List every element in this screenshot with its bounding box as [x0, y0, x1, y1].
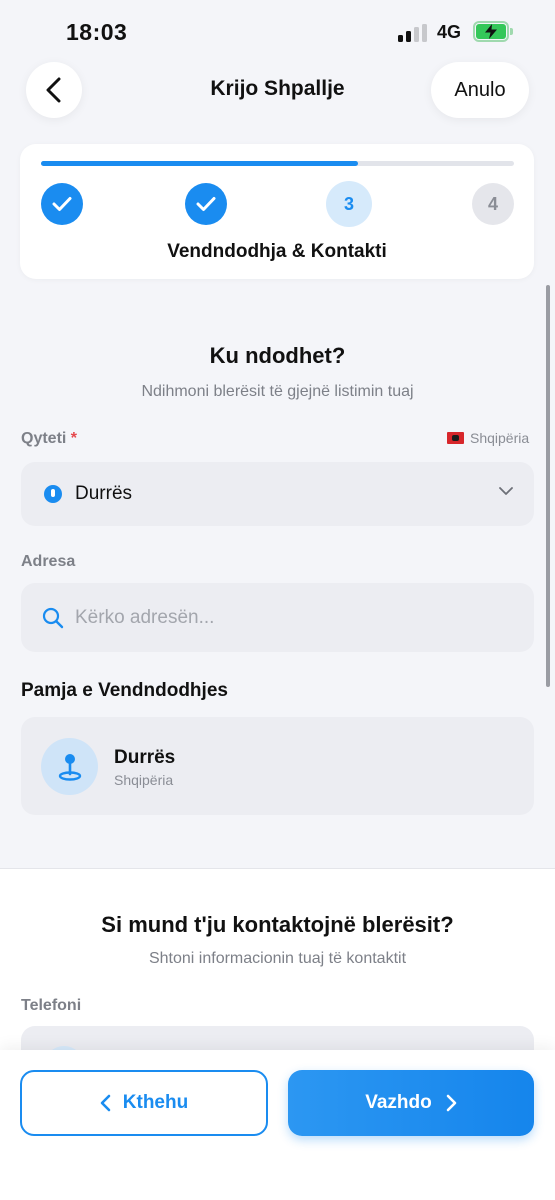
- battery-icon: [473, 21, 513, 42]
- back-step-label: Kthehu: [122, 1092, 189, 1113]
- bottom-action-bar: Kthehu Vazhdo: [0, 1050, 555, 1200]
- city-label-text: Qyteti: [21, 430, 67, 447]
- progress-fill: [41, 161, 358, 166]
- step-title: Vendndodhja & Kontakti: [167, 241, 387, 262]
- chevron-right-icon: [446, 1094, 457, 1112]
- step-2-done: [185, 183, 227, 225]
- check-icon: [52, 197, 72, 211]
- contact-title: Si mund t'ju kontaktojnë blerësit?: [101, 912, 454, 937]
- country-tag-label: Shqipëria: [470, 430, 530, 446]
- required-mark: *: [70, 430, 78, 447]
- check-icon: [196, 197, 216, 211]
- location-preview-title: Pamja e Vendndodhjes: [21, 680, 228, 701]
- preview-city: Durrës: [114, 747, 176, 768]
- address-label: Adresa: [21, 553, 76, 570]
- status-time: 18:03: [66, 19, 128, 45]
- header: Krijo Shpallje Anulo: [0, 62, 555, 122]
- chevron-left-icon: [100, 1094, 111, 1112]
- location-pin-icon: [44, 485, 62, 503]
- back-step-button[interactable]: Kthehu: [20, 1070, 268, 1136]
- phone-label: Telefoni: [21, 997, 82, 1014]
- city-select-value: Durrës: [75, 483, 133, 504]
- city-label: Qyteti *: [21, 430, 77, 448]
- location-title: Ku ndodhet?: [209, 343, 346, 368]
- status-bar: 18:03 4G: [0, 0, 555, 62]
- step-3-current: 3: [326, 181, 372, 227]
- map-pin-icon: [41, 738, 98, 795]
- signal-icon: [398, 24, 428, 42]
- address-search-field[interactable]: [21, 583, 534, 652]
- next-label: Vazhdo: [365, 1092, 432, 1113]
- location-preview-card: Durrës Shqipëria: [21, 717, 534, 815]
- progress-track: [41, 161, 514, 166]
- step-1-done: [41, 183, 83, 225]
- stepper-card: 3 4 Vendndodhja & Kontakti: [20, 144, 534, 279]
- contact-subtitle: Shtoni informacionin tuaj të kontaktit: [148, 950, 407, 967]
- preview-country: Shqipëria: [114, 772, 174, 788]
- country-tag: Shqipëria: [447, 430, 529, 446]
- cancel-button[interactable]: Anulo: [431, 62, 529, 118]
- address-search-input[interactable]: [75, 583, 515, 652]
- location-subtitle: Ndihmoni blerësit të gjejnë listimin tua…: [141, 383, 414, 400]
- step-4-pending: 4: [472, 183, 514, 225]
- albania-flag-icon: [447, 432, 464, 444]
- chevron-down-icon: [499, 487, 513, 495]
- search-icon: [42, 607, 64, 629]
- network-label: 4G: [437, 22, 462, 42]
- city-select[interactable]: Durrës: [21, 462, 534, 526]
- next-button[interactable]: Vazhdo: [288, 1070, 534, 1136]
